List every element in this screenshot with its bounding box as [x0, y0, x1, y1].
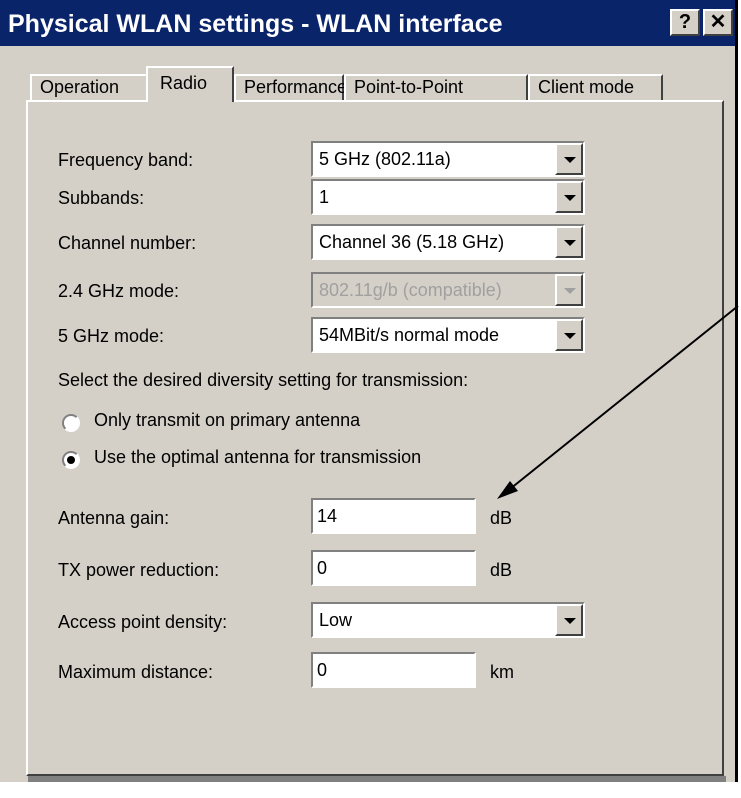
annotation-arrow-line	[509, 305, 739, 490]
annotation-arrow	[497, 305, 739, 499]
annotation-arrowhead	[497, 481, 518, 499]
tab-radio[interactable]: Radio	[146, 66, 234, 102]
